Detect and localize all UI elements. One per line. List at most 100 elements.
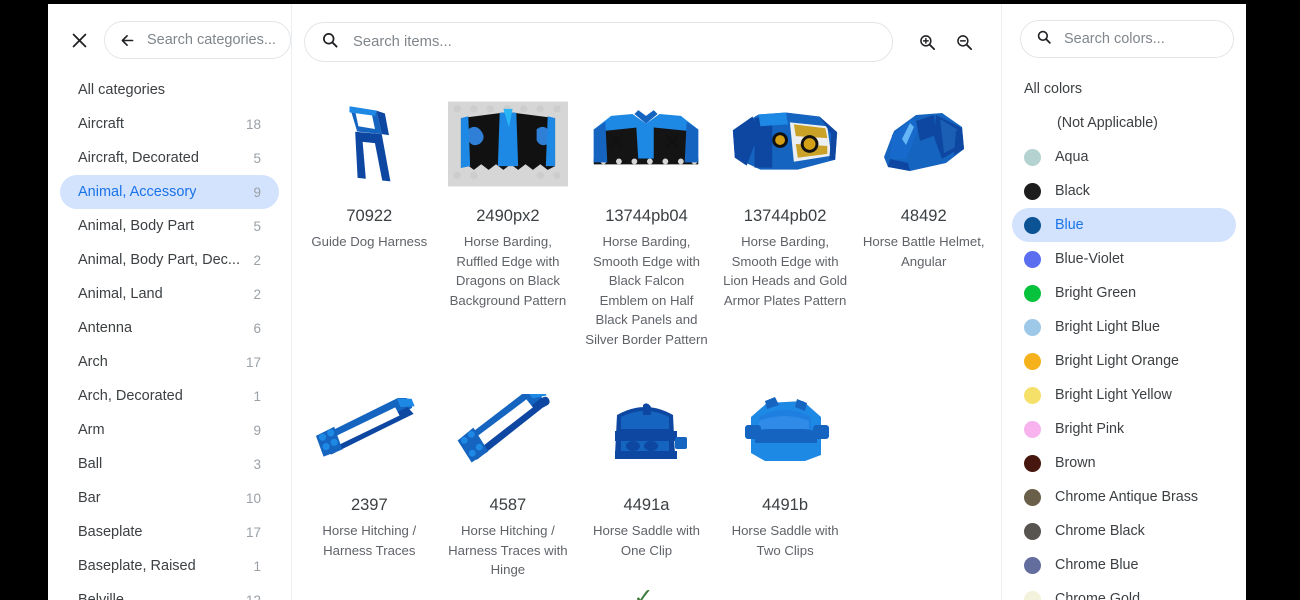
color-label: Brown [1055, 455, 1096, 471]
close-icon[interactable] [68, 29, 90, 51]
category-count: 2 [253, 286, 261, 302]
item-card[interactable]: 4587 Horse Hitching / Harness Traces with… [439, 369, 578, 582]
category-label: Bar [78, 490, 101, 506]
color-search-input[interactable]: Search colors... [1020, 20, 1234, 58]
item-card[interactable]: 4491a Horse Saddle with One Clip [577, 369, 716, 582]
item-id: 2397 [350, 496, 388, 514]
color-item[interactable]: Chrome Black [1012, 514, 1236, 548]
color-swatch [1024, 182, 1041, 200]
category-label: Animal, Land [78, 286, 163, 302]
color-swatch [1024, 386, 1041, 404]
category-item[interactable]: Baseplate, Raised 1 [60, 549, 279, 583]
category-item[interactable]: Belville 12 [60, 583, 279, 600]
item-name: Horse Saddle with One Clip [592, 523, 700, 558]
color-item[interactable]: Brown [1012, 446, 1236, 480]
color-label: Chrome Black [1055, 523, 1145, 539]
category-count: 6 [253, 320, 261, 336]
color-item[interactable]: Aqua [1012, 140, 1236, 174]
category-item[interactable]: Animal, Accessory 9 [60, 175, 279, 209]
zoom-out-icon[interactable] [952, 30, 976, 54]
zoom-in-icon[interactable] [915, 30, 939, 54]
category-item[interactable]: Baseplate 17 [60, 515, 279, 549]
category-item[interactable]: Aircraft, Decorated 5 [60, 141, 279, 175]
item-card[interactable]: 4491b Horse Saddle with Two Clips [716, 369, 855, 582]
category-count: 17 [245, 524, 261, 540]
color-item[interactable]: Bright Light Blue [1012, 310, 1236, 344]
item-card[interactable]: 13744pb04 Horse Barding, Smooth Edge with… [577, 80, 716, 351]
color-item[interactable]: Blue-Violet [1012, 242, 1236, 276]
category-label: All categories [78, 82, 166, 98]
color-item[interactable]: Bright Light Yellow [1012, 378, 1236, 412]
category-label: Arch, Decorated [78, 388, 183, 404]
item-thumbnail [725, 377, 845, 489]
color-item-not-applicable[interactable]: (Not Applicable) [1012, 106, 1236, 140]
category-label: Animal, Accessory [78, 184, 197, 200]
category-label: Arm [78, 422, 105, 438]
item-card[interactable]: 2397 Horse Hitching / Harness Traces [300, 369, 439, 582]
color-search-placeholder: Search colors... [1064, 31, 1165, 47]
category-item-all[interactable]: All categories [60, 73, 279, 107]
category-item[interactable]: Animal, Body Part, Dec... 2 [60, 243, 279, 277]
item-search-input[interactable]: Search items... [304, 22, 893, 62]
colors-panel: Search colors... All colors (Not Applica… [1002, 4, 1246, 600]
color-swatch [1024, 250, 1041, 268]
categories-header: Search categories... [48, 4, 291, 71]
item-card[interactable]: 13744pb02 Horse Barding, Smooth Edge with… [716, 80, 855, 351]
item-thumbnail [448, 377, 568, 489]
color-swatch [1024, 148, 1041, 166]
items-panel: Search items... 70922 Guide Dog Harness … [292, 4, 1002, 600]
category-count: 18 [245, 116, 261, 132]
color-item-all[interactable]: All colors [1012, 72, 1236, 106]
color-swatch [1024, 352, 1041, 370]
category-list[interactable]: All categories Aircraft 18 Aircraft, Decor… [48, 71, 291, 600]
item-name: Horse Hitching / Harness Traces [322, 523, 417, 558]
color-item[interactable]: Bright Green [1012, 276, 1236, 310]
category-count: 3 [253, 456, 261, 472]
color-item[interactable]: Blue [1012, 208, 1236, 242]
part-picker-dialog: Search categories... All categories Airc… [48, 4, 1246, 600]
category-item[interactable]: Arch, Decorated 1 [60, 379, 279, 413]
category-item[interactable]: Aircraft 18 [60, 107, 279, 141]
color-item[interactable]: Chrome Antique Brass [1012, 480, 1236, 514]
category-count: 12 [245, 592, 261, 600]
item-search-placeholder: Search items... [353, 34, 452, 50]
category-item[interactable]: Arm 9 [60, 413, 279, 447]
item-thumbnail [725, 88, 845, 200]
color-swatch [1024, 216, 1041, 234]
color-swatch [1024, 488, 1041, 506]
color-label: Bright Light Blue [1055, 319, 1160, 335]
back-arrow-icon[interactable] [119, 32, 136, 49]
color-item[interactable]: Bright Light Orange [1012, 344, 1236, 378]
color-swatch [1024, 522, 1041, 540]
item-id: 2490px2 [476, 207, 540, 225]
color-item[interactable]: Black [1012, 174, 1236, 208]
color-item[interactable]: Chrome Blue [1012, 548, 1236, 582]
search-icon [321, 31, 339, 54]
category-search-input[interactable]: Search categories... [104, 21, 291, 59]
color-label: Black [1055, 183, 1090, 199]
category-label: Antenna [78, 320, 133, 336]
row-spacer [300, 351, 993, 369]
category-item[interactable]: Bar 10 [60, 481, 279, 515]
category-item[interactable]: Antenna 6 [60, 311, 279, 345]
color-label: All colors [1024, 81, 1082, 97]
item-id: 13744pb02 [743, 207, 827, 225]
item-card[interactable]: 2490px2 Horse Barding, Ruffled Edge with … [439, 80, 578, 351]
color-label: Bright Pink [1055, 421, 1125, 437]
category-count: 9 [253, 184, 261, 200]
item-id: 48492 [900, 207, 947, 225]
color-item[interactable]: Bright Pink [1012, 412, 1236, 446]
category-item[interactable]: Arch 17 [60, 345, 279, 379]
category-item[interactable]: Ball 3 [60, 447, 279, 481]
color-swatch [1026, 115, 1043, 132]
category-item[interactable]: Animal, Body Part 5 [60, 209, 279, 243]
category-item[interactable]: Animal, Land 2 [60, 277, 279, 311]
colors-header: Search colors... [1002, 4, 1246, 68]
item-id: 70922 [346, 207, 393, 225]
color-item[interactable]: Chrome Gold [1012, 582, 1236, 600]
color-label: Blue [1055, 217, 1084, 233]
item-card[interactable]: 48492 Horse Battle Helmet, Angular [854, 80, 993, 351]
item-card[interactable]: 70922 Guide Dog Harness [300, 80, 439, 351]
color-list[interactable]: All colors (Not Applicable) Aqua Black Blu… [1002, 68, 1246, 600]
category-label: Baseplate [78, 524, 143, 540]
